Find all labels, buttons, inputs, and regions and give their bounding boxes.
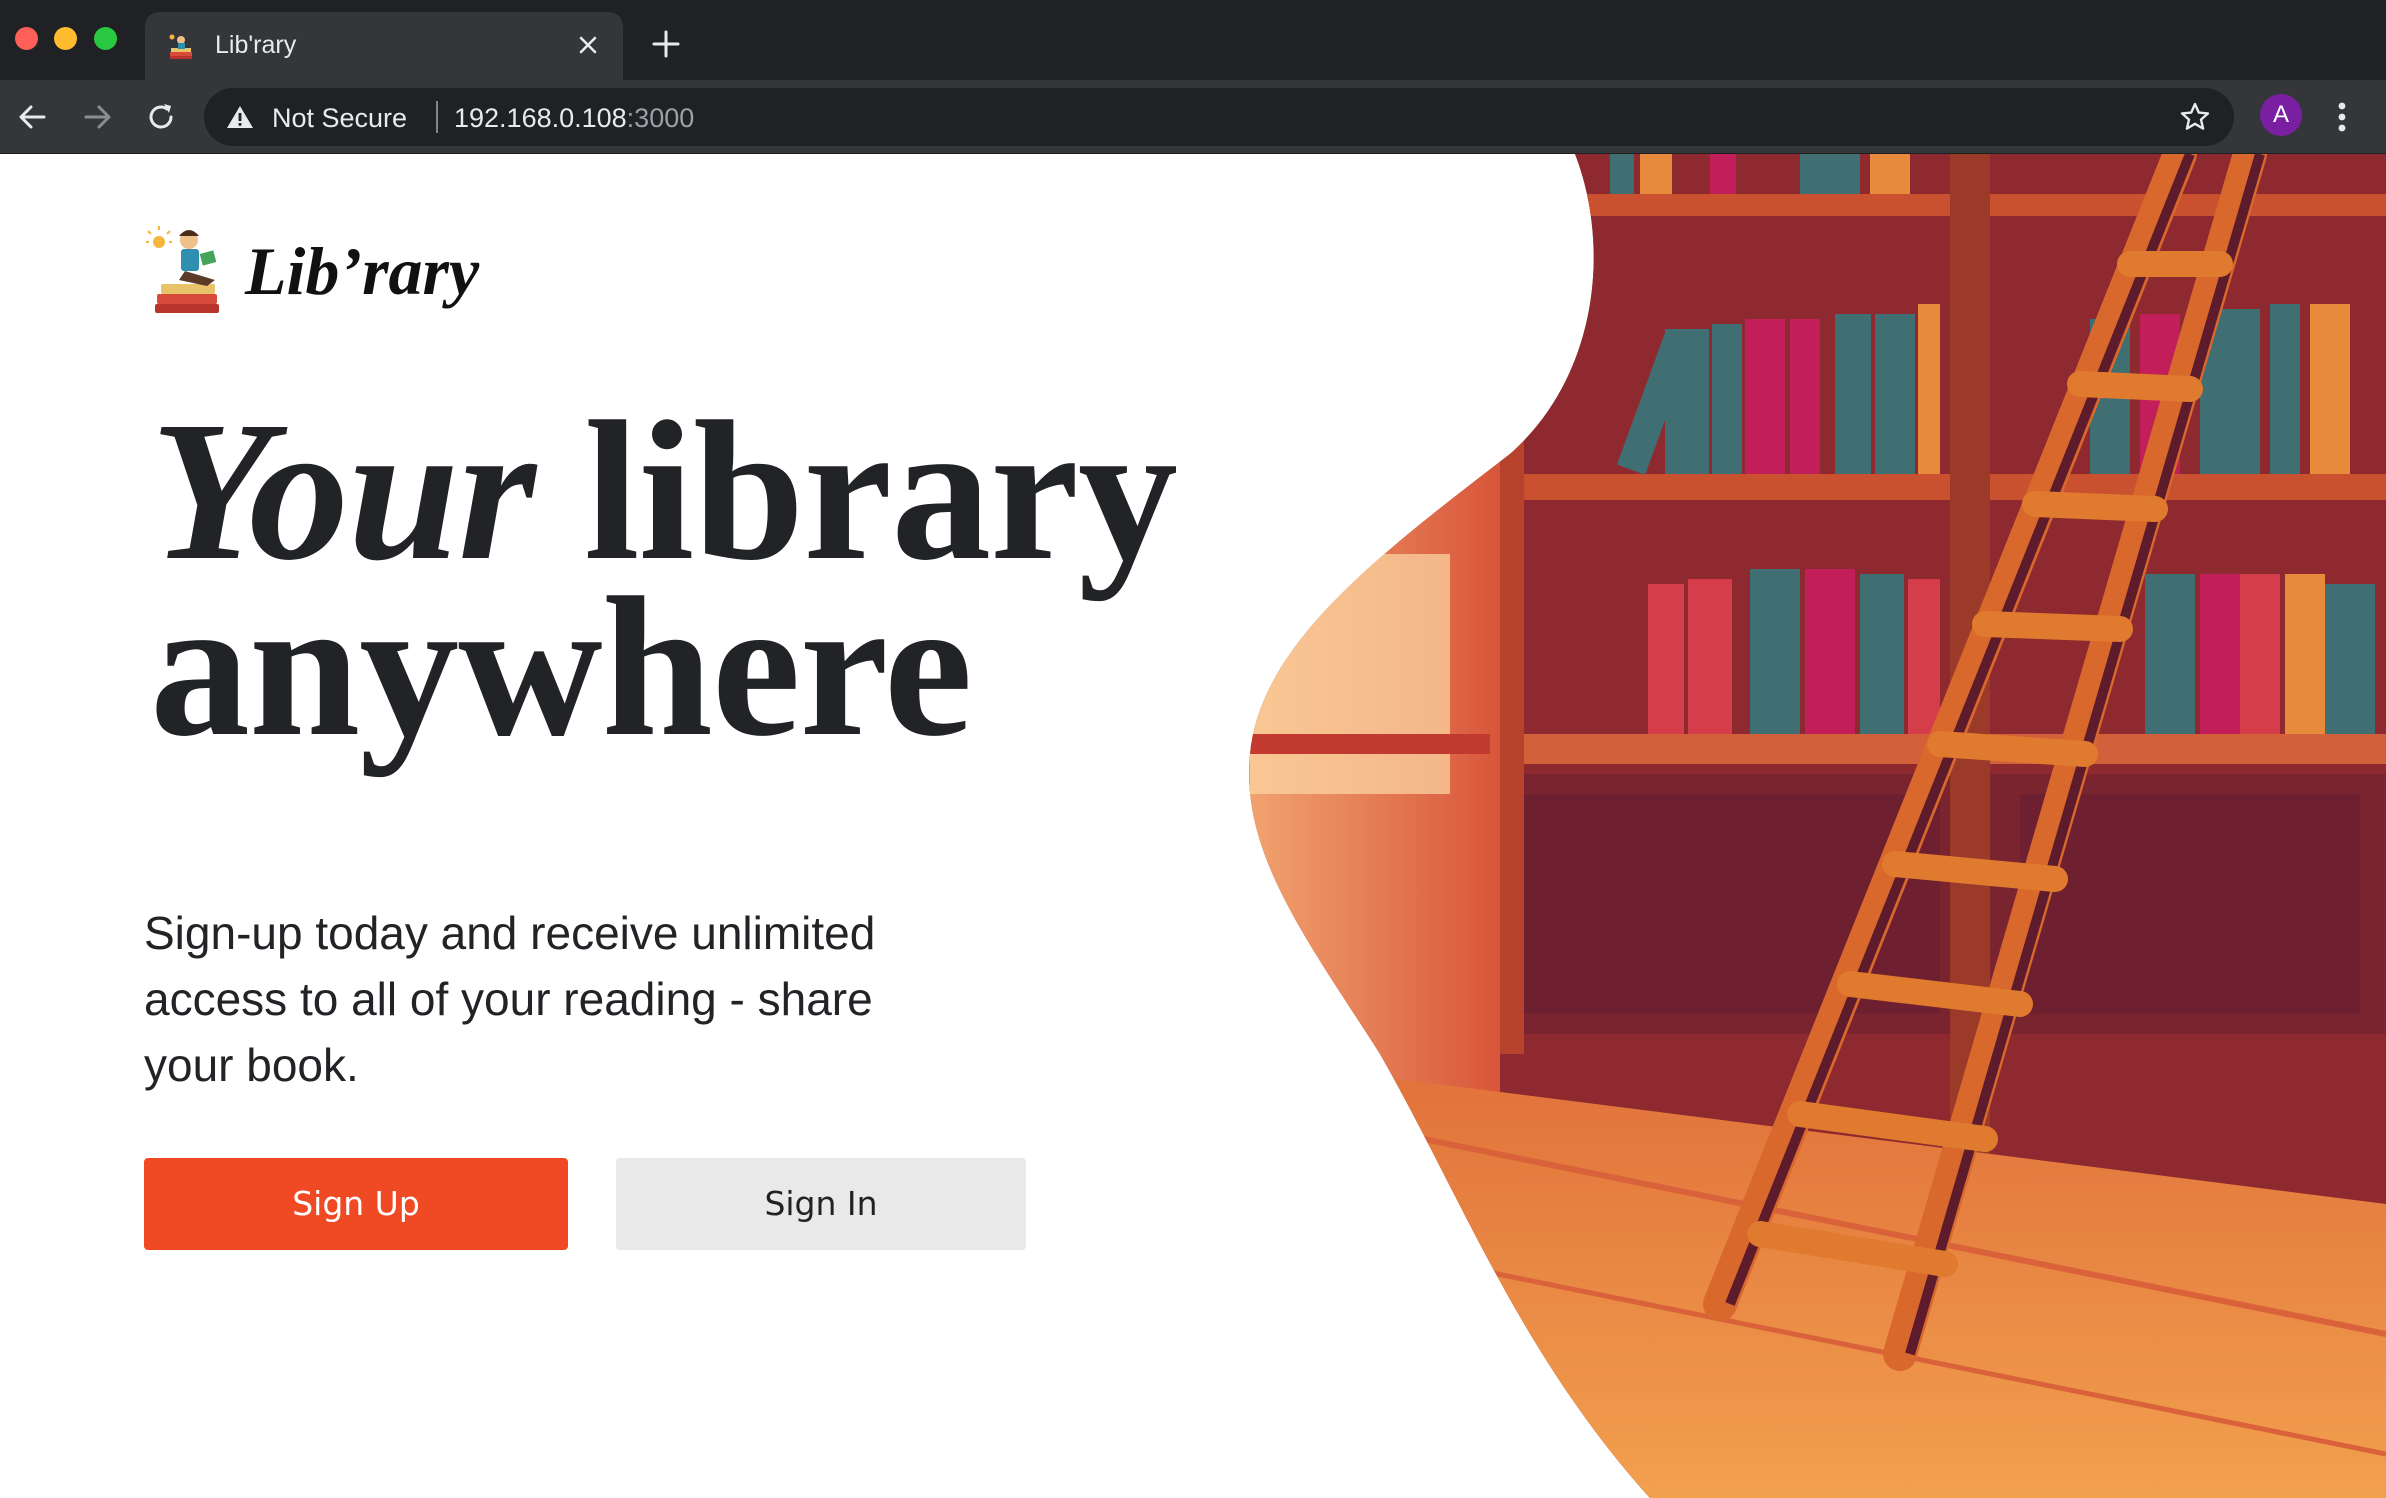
logo-wordmark: Lib’rary: [245, 233, 480, 309]
window-zoom-control[interactable]: [94, 27, 117, 50]
reload-icon[interactable]: [142, 98, 180, 136]
address-divider: [436, 101, 438, 133]
security-status-label[interactable]: Not Secure: [272, 103, 407, 134]
browser-tab-active[interactable]: Lib'rary: [145, 12, 623, 80]
window-minimize-control[interactable]: [54, 27, 77, 50]
tab-title: Lib'rary: [215, 31, 297, 59]
url-text[interactable]: 192.168.0.108:3000: [454, 103, 694, 134]
url-port: :3000: [626, 103, 695, 133]
browser-toolbar: Not Secure 192.168.0.108:3000 A: [0, 80, 2386, 154]
landing-page: Lib’rary Your library anywhere Sign-up t…: [0, 154, 2386, 1498]
bookmark-star-icon[interactable]: [2178, 100, 2212, 134]
hero-headline: Your library anywhere: [150, 392, 1178, 768]
sign-in-button[interactable]: Sign In: [616, 1158, 1026, 1250]
library-favicon-icon: [169, 34, 192, 59]
sign-up-button[interactable]: Sign Up: [144, 1158, 568, 1250]
back-arrow-icon[interactable]: [14, 98, 52, 136]
new-tab-icon[interactable]: [650, 28, 682, 60]
library-logo-icon: [146, 226, 219, 313]
warning-triangle-icon: [227, 106, 253, 128]
forward-arrow-icon[interactable]: [78, 98, 116, 136]
tab-close-icon[interactable]: [575, 32, 601, 58]
hero-description: Sign-up today and receive unlimited acce…: [144, 907, 876, 1091]
url-host: 192.168.0.108: [454, 103, 627, 133]
library-illustration: [1249, 154, 2386, 1498]
profile-avatar[interactable]: A: [2260, 94, 2302, 136]
window-close-control[interactable]: [15, 27, 38, 50]
browser-tab-bar: Lib'rary: [0, 0, 2386, 80]
kebab-menu-icon[interactable]: [2332, 98, 2352, 136]
address-bar[interactable]: Not Secure 192.168.0.108:3000: [204, 88, 2234, 146]
headline-line2: anywhere: [150, 557, 973, 778]
